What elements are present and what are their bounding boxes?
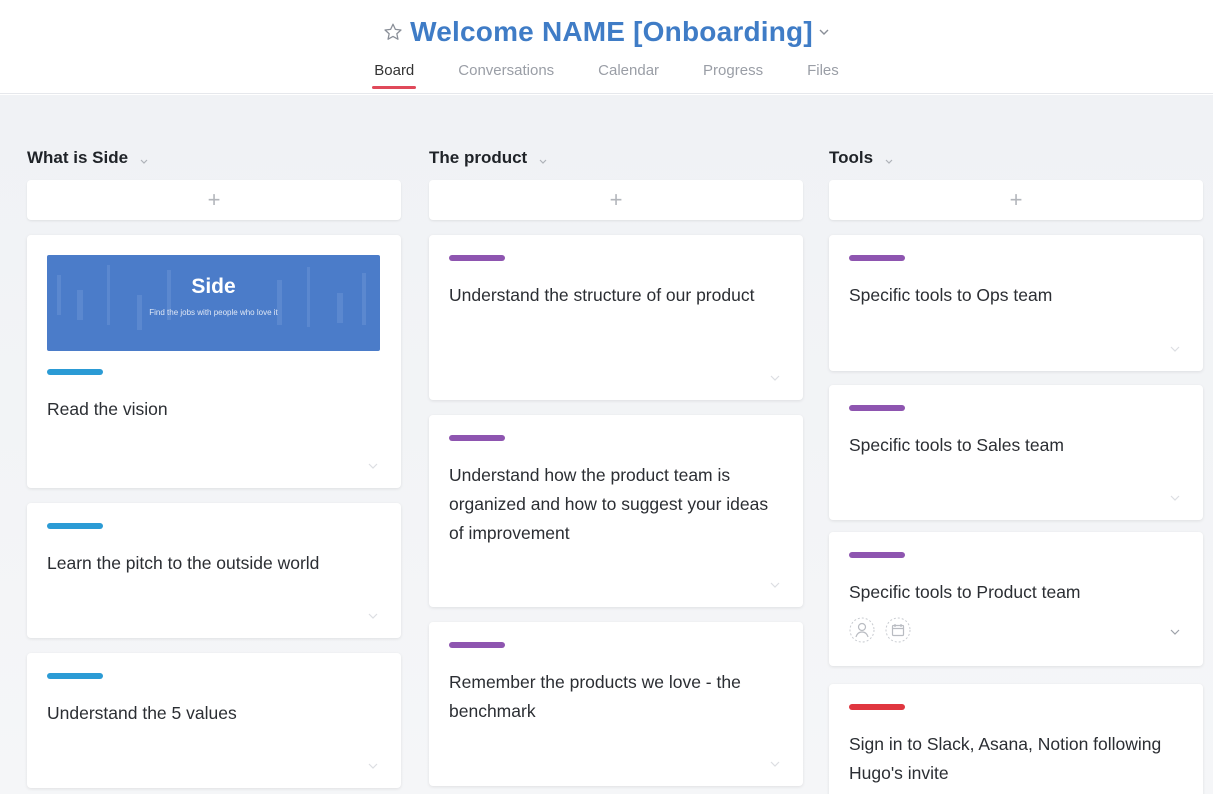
- tag-color-bar: [449, 435, 505, 441]
- column-header[interactable]: Tools: [829, 139, 1203, 177]
- chevron-down-icon[interactable]: [1169, 494, 1181, 502]
- cover-pattern: [57, 265, 366, 330]
- tab-conversations[interactable]: Conversations: [456, 58, 556, 89]
- card-meta-icons: [849, 617, 1183, 643]
- tag-color-bar: [449, 642, 505, 648]
- task-card[interactable]: Remember the products we love - the benc…: [429, 622, 803, 786]
- column-header[interactable]: The product: [429, 139, 803, 177]
- task-card[interactable]: Specific tools to Sales team: [829, 385, 1203, 520]
- cover-title: Side: [191, 275, 236, 298]
- card-title: Remember the products we love - the benc…: [449, 672, 741, 721]
- tag-color-bar: [849, 552, 905, 558]
- column-tools: Tools + Specific tools to Ops team Speci…: [829, 95, 1203, 794]
- due-date-icon[interactable]: [885, 617, 911, 643]
- column-header[interactable]: What is Side: [27, 139, 401, 177]
- tag-color-bar: [47, 523, 103, 529]
- column-what-is-side: What is Side + Side Find the jobs with p…: [27, 95, 401, 788]
- chevron-down-icon[interactable]: [817, 25, 831, 39]
- add-card-button[interactable]: +: [829, 180, 1203, 220]
- tab-files[interactable]: Files: [805, 58, 841, 89]
- add-card-button[interactable]: +: [429, 180, 803, 220]
- card-title: Learn the pitch to the outside world: [47, 553, 320, 573]
- card-title: Read the vision: [47, 399, 168, 419]
- column-title: The product: [429, 148, 528, 167]
- chevron-down-icon[interactable]: [367, 462, 379, 470]
- tab-calendar[interactable]: Calendar: [596, 58, 661, 89]
- chevron-down-icon[interactable]: [769, 760, 781, 768]
- column-title: Tools: [829, 148, 874, 167]
- chevron-down-icon[interactable]: [367, 762, 379, 770]
- tag-color-bar: [449, 255, 505, 261]
- assignee-icon[interactable]: [849, 617, 875, 643]
- card-title: Understand the 5 values: [47, 703, 237, 723]
- cover-subtitle: Find the jobs with people who love it: [149, 308, 278, 317]
- chevron-down-icon[interactable]: [1169, 628, 1181, 636]
- tab-bar: Board Conversations Calendar Progress Fi…: [0, 58, 1213, 92]
- tab-progress[interactable]: Progress: [701, 58, 765, 89]
- project-title[interactable]: Welcome NAME [Onboarding]: [410, 16, 813, 48]
- card-title: Understand how the product team is organ…: [449, 465, 769, 543]
- task-card[interactable]: Learn the pitch to the outside world: [27, 503, 401, 638]
- chevron-down-icon[interactable]: [138, 152, 150, 164]
- card-title: Specific tools to Product team: [849, 582, 1081, 602]
- card-title: Specific tools to Sales team: [849, 435, 1064, 455]
- task-card[interactable]: Sign in to Slack, Asana, Notion followin…: [829, 684, 1203, 794]
- board: What is Side + Side Find the jobs with p…: [0, 95, 1213, 794]
- chevron-down-icon[interactable]: [1169, 345, 1181, 353]
- card-cover-image: Side Find the jobs with people who love …: [47, 255, 380, 351]
- card-title: Sign in to Slack, Asana, Notion followin…: [849, 734, 1162, 783]
- tag-color-bar: [47, 369, 103, 375]
- chevron-down-icon[interactable]: [769, 581, 781, 589]
- task-card[interactable]: Understand how the product team is organ…: [429, 415, 803, 607]
- task-card[interactable]: Specific tools to Product team: [829, 532, 1203, 666]
- chevron-down-icon[interactable]: [769, 374, 781, 382]
- chevron-down-icon[interactable]: [537, 152, 549, 164]
- chevron-down-icon[interactable]: [367, 612, 379, 620]
- add-card-button[interactable]: +: [27, 180, 401, 220]
- chevron-down-icon[interactable]: [883, 152, 895, 164]
- task-card[interactable]: Understand the 5 values: [27, 653, 401, 788]
- star-icon[interactable]: [382, 21, 404, 43]
- title-row: Welcome NAME [Onboarding]: [0, 12, 1213, 52]
- tag-color-bar: [849, 405, 905, 411]
- tab-board[interactable]: Board: [372, 58, 417, 89]
- tag-color-bar: [47, 673, 103, 679]
- column-the-product: The product + Understand the structure o…: [429, 95, 803, 786]
- task-card[interactable]: Side Find the jobs with people who love …: [27, 235, 401, 488]
- task-card[interactable]: Specific tools to Ops team: [829, 235, 1203, 371]
- tag-color-bar: [849, 255, 905, 261]
- card-title: Understand the structure of our product: [449, 285, 755, 305]
- card-title: Specific tools to Ops team: [849, 285, 1053, 305]
- project-header: Welcome NAME [Onboarding] Board Conversa…: [0, 0, 1213, 94]
- column-title: What is Side: [27, 148, 129, 167]
- tag-color-bar: [849, 704, 905, 710]
- task-card[interactable]: Understand the structure of our product: [429, 235, 803, 400]
